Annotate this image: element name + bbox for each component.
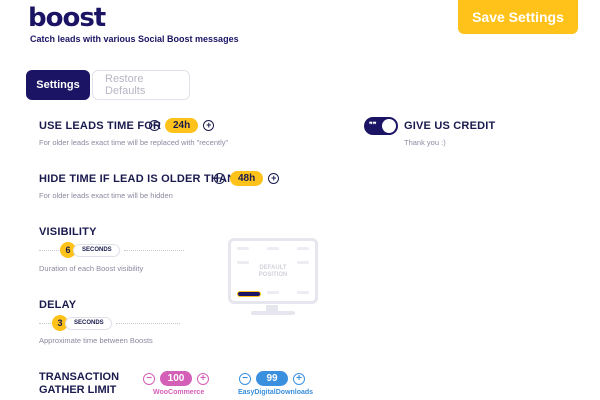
quote-icon: ❞❞ — [369, 122, 377, 129]
woo-value: 100 — [160, 371, 192, 386]
credit-hint: Thank you :) — [404, 138, 446, 147]
visibility-title: VISIBILITY — [39, 226, 97, 238]
transaction-title-line2: GATHER LIMIT — [39, 384, 117, 396]
leads-time-stepper: − 24h + — [149, 118, 215, 133]
position-bottom-center[interactable] — [267, 291, 279, 294]
credit-title: GIVE US CREDIT — [404, 120, 496, 132]
plus-icon[interactable]: + — [293, 372, 305, 385]
tagline: Catch leads with various Social Boost me… — [30, 34, 239, 44]
transaction-title-line1: TRANSACTION — [39, 371, 120, 383]
leads-time-title: USE LEADS TIME FOR — [39, 120, 162, 132]
position-preview-boost[interactable] — [237, 291, 261, 297]
default-position-line2: POSITION — [258, 272, 288, 278]
visibility-track-left — [39, 250, 61, 251]
default-position-label: DEFAULT POSITION — [231, 265, 315, 279]
credit-toggle[interactable]: ❞❞ — [364, 117, 398, 135]
visibility-hint: Duration of each Boost visibility — [39, 264, 144, 273]
position-middle-left[interactable] — [237, 261, 249, 264]
woo-stepper: − 100 + — [143, 371, 209, 386]
hide-time-title: HIDE TIME IF LEAD IS OLDER THAN — [39, 173, 236, 185]
delay-track[interactable] — [115, 322, 180, 324]
hide-time-hint: For older leads exact time will be hidde… — [39, 191, 173, 200]
minus-icon[interactable]: − — [239, 372, 251, 385]
tab-restore-defaults[interactable]: Restore Defaults — [92, 70, 190, 100]
toggle-knob — [382, 119, 396, 133]
visibility-unit: SECONDS — [73, 243, 120, 257]
save-settings-button[interactable]: Save Settings — [458, 0, 578, 34]
position-picker[interactable]: DEFAULT POSITION — [228, 238, 318, 304]
position-top-right[interactable] — [297, 247, 309, 250]
visibility-slider[interactable]: 6 SECONDS — [60, 242, 184, 258]
monitor-base — [251, 311, 295, 315]
delay-track-left — [39, 323, 53, 324]
position-bottom-right[interactable] — [297, 291, 309, 294]
edd-stepper: − 99 + — [239, 371, 305, 386]
delay-unit: SECONDS — [65, 316, 112, 330]
edd-value: 99 — [256, 371, 288, 386]
default-position-line1: DEFAULT — [259, 265, 287, 271]
position-middle-right[interactable] — [297, 261, 309, 264]
leads-time-value: 24h — [165, 118, 199, 133]
woo-label: WooCommerce — [153, 389, 205, 396]
delay-hint: Approximate time between Boosts — [39, 336, 153, 345]
hide-time-value: 48h — [230, 171, 264, 186]
plus-icon[interactable]: + — [268, 173, 280, 184]
minus-icon[interactable]: − — [214, 173, 225, 184]
logo: boost — [28, 3, 106, 33]
tab-bar: Settings Restore Defaults — [26, 70, 190, 100]
minus-icon[interactable]: − — [143, 372, 155, 385]
transaction-title: TRANSACTION GATHER LIMIT — [39, 371, 119, 397]
position-top-center[interactable] — [267, 247, 279, 250]
plus-icon[interactable]: + — [203, 120, 215, 131]
leads-time-hint: For older leads exact time will be repla… — [39, 138, 229, 147]
visibility-track[interactable] — [123, 249, 184, 251]
tab-settings[interactable]: Settings — [26, 70, 90, 100]
minus-icon[interactable]: − — [149, 120, 160, 131]
delay-title: DELAY — [39, 299, 77, 311]
hide-time-stepper: − 48h + — [214, 171, 280, 186]
edd-label: EasyDigitalDownloads — [238, 389, 314, 396]
position-top-left[interactable] — [237, 247, 249, 250]
delay-slider[interactable]: 3 SECONDS — [52, 315, 180, 331]
plus-icon[interactable]: + — [197, 372, 209, 385]
